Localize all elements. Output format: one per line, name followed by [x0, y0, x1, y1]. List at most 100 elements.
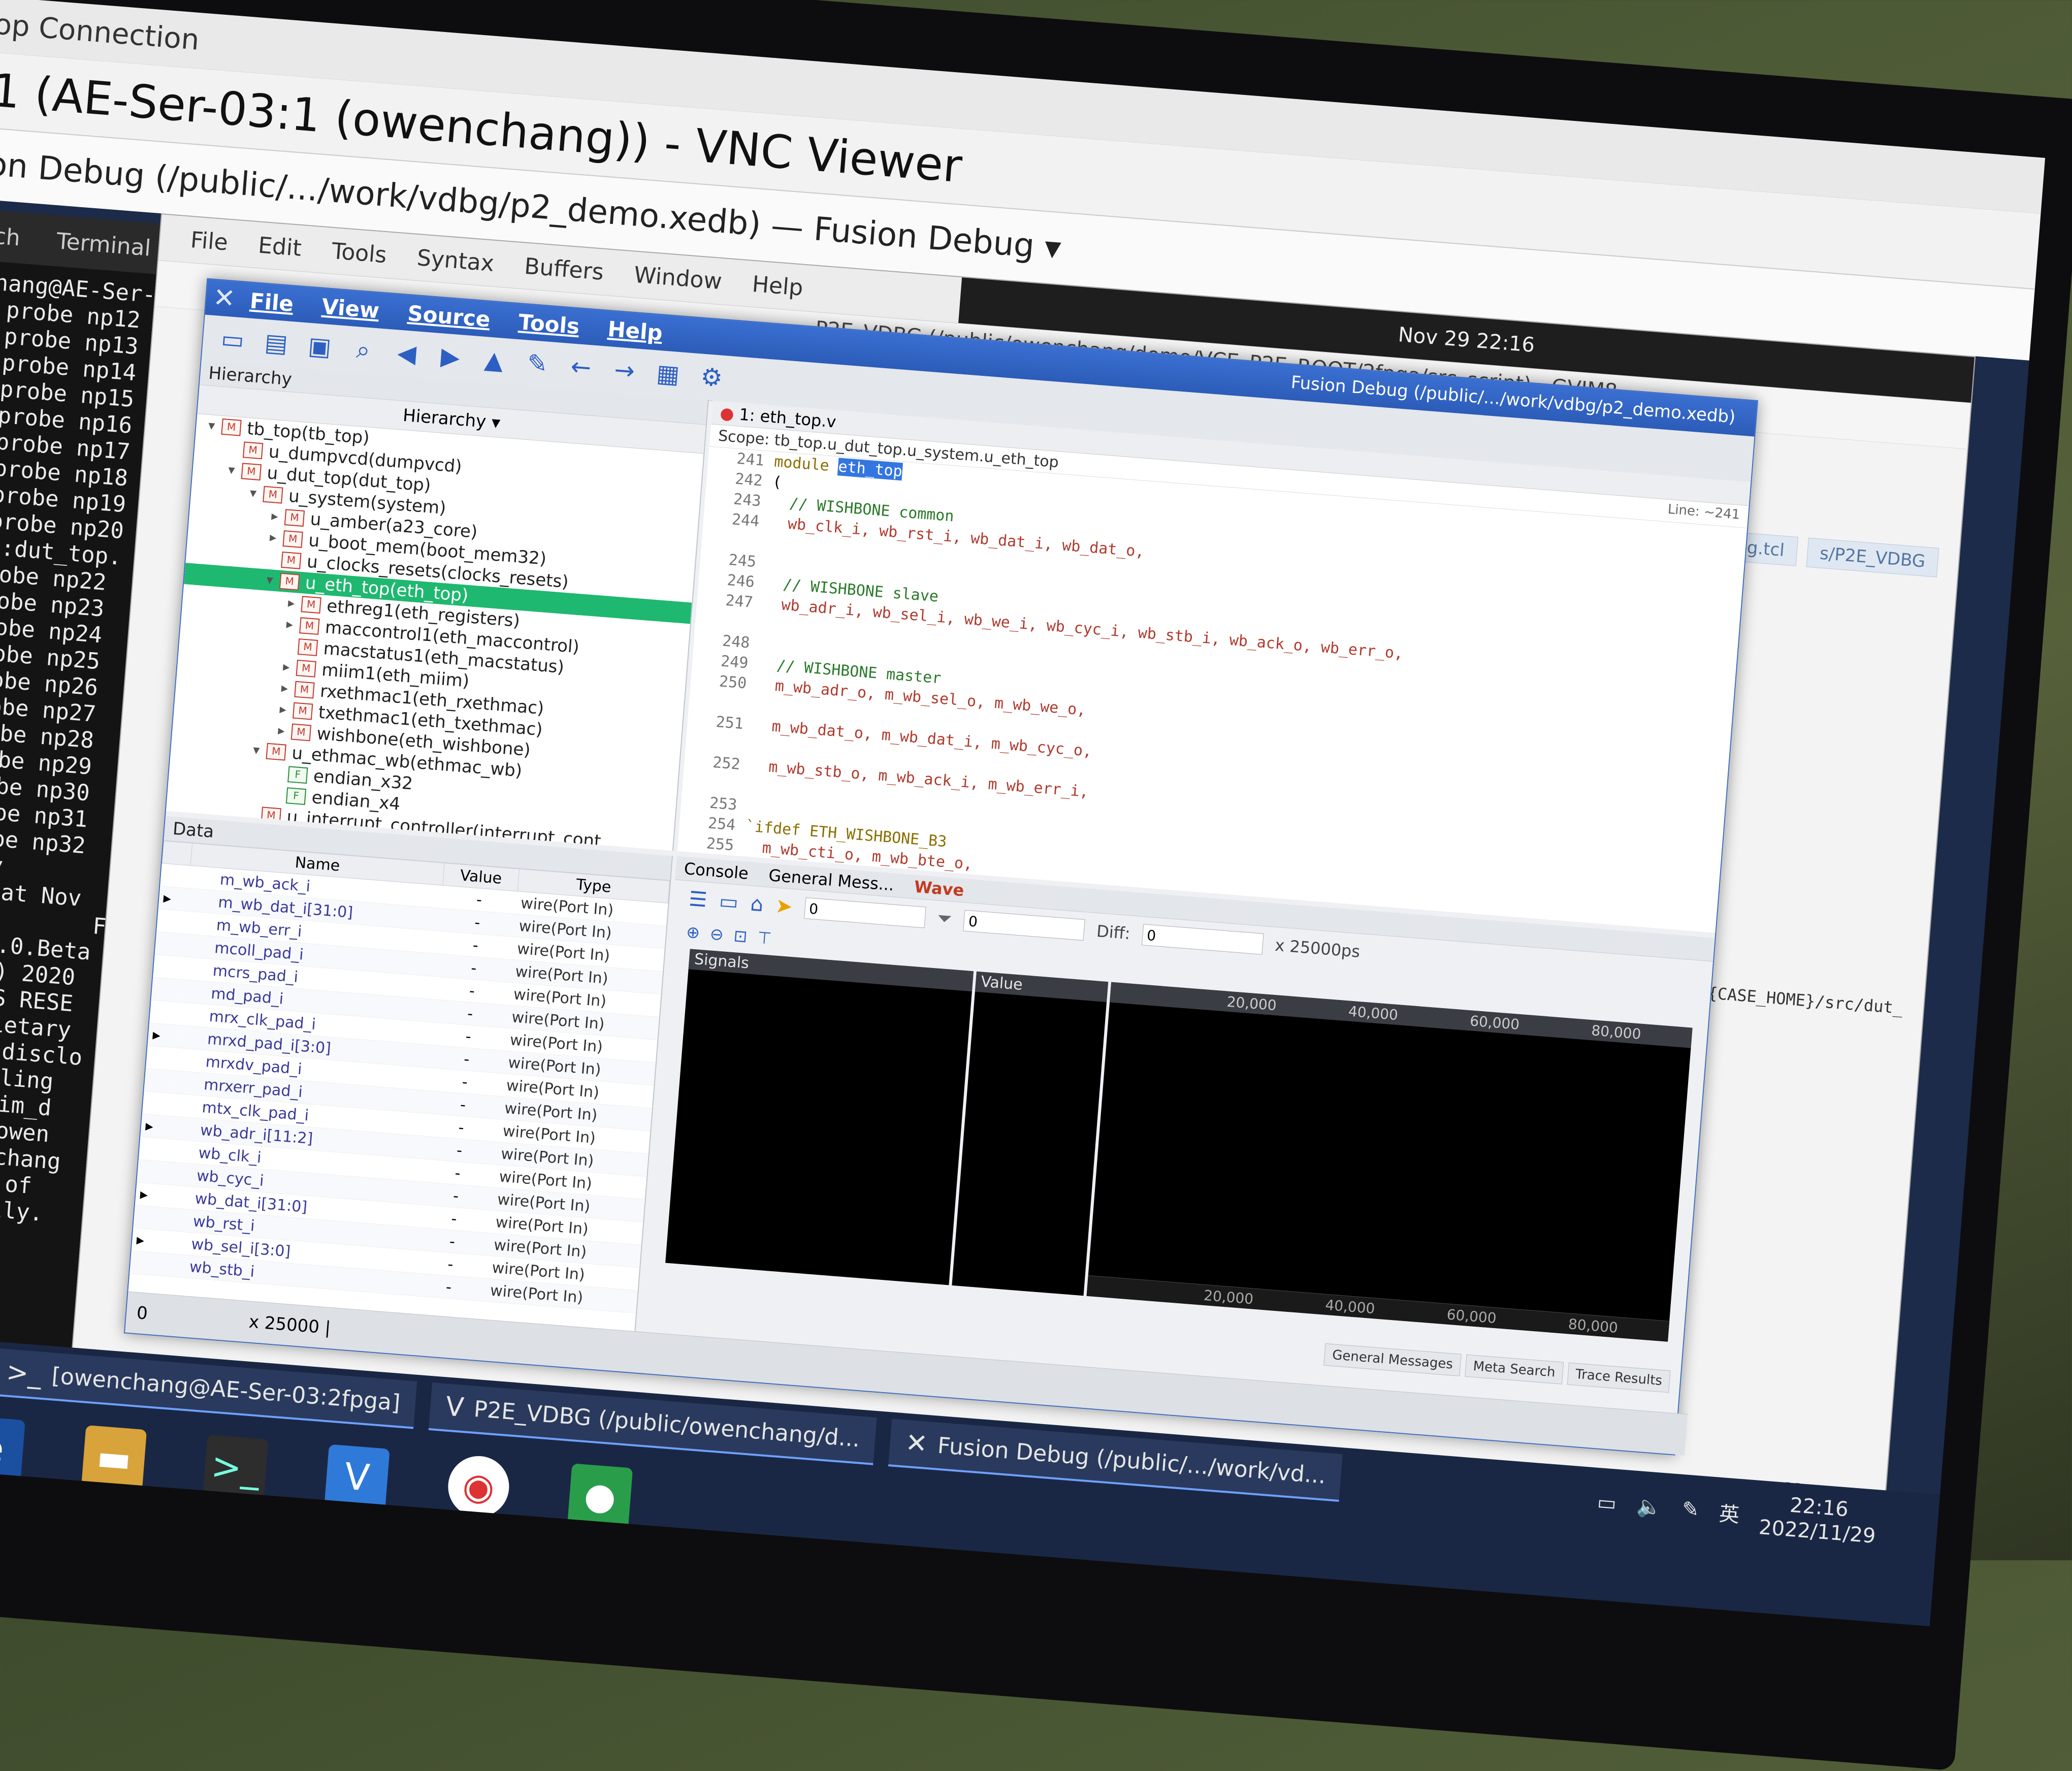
expand-icon[interactable]: [137, 1159, 168, 1185]
expand-icon[interactable]: ▸: [274, 677, 296, 700]
expand-icon[interactable]: ▾: [259, 569, 281, 592]
terminal-tab[interactable]: Terminal: [47, 222, 160, 267]
expand-icon[interactable]: ▸: [280, 592, 302, 615]
expand-icon[interactable]: [133, 1205, 164, 1230]
fusion-menu-item[interactable]: Source: [407, 300, 491, 332]
fusion-menu-item[interactable]: View: [321, 294, 380, 323]
expand-icon[interactable]: ▸: [132, 1228, 162, 1253]
gvim-menu-item[interactable]: Syntax: [416, 245, 495, 277]
chat-app-icon[interactable]: ●: [567, 1463, 633, 1529]
console-tab[interactable]: Wave: [914, 877, 965, 900]
fusion-debug-window[interactable]: ✕ File View Source Tools Help Fusion Debug (…: [123, 278, 1758, 1456]
result-tab[interactable]: General Messages: [1323, 1343, 1462, 1376]
expand-icon[interactable]: [266, 794, 286, 795]
find-icon[interactable]: ⌕: [348, 335, 378, 365]
gvim-menu-item[interactable]: Edit: [257, 232, 303, 262]
expand-icon[interactable]: ▸: [279, 613, 301, 636]
tree-icon[interactable]: ⌂: [750, 892, 764, 916]
gvim-tab[interactable]: s/P2E_VDBG: [1806, 537, 1939, 577]
vnc-app-icon[interactable]: V: [324, 1444, 390, 1510]
document-icon[interactable]: ▦: [653, 359, 683, 389]
time-field-2[interactable]: [963, 910, 1086, 941]
gvim-menu-item[interactable]: Buffers: [524, 253, 605, 285]
play-icon[interactable]: ▶: [435, 342, 466, 372]
expand-icon[interactable]: [262, 558, 282, 560]
back-arrow-icon[interactable]: ←: [566, 352, 596, 382]
pointer-icon[interactable]: ➤: [774, 894, 793, 918]
filter-icon[interactable]: ⏷: [936, 908, 953, 930]
expand-icon[interactable]: [142, 1091, 173, 1116]
chrome-icon[interactable]: ◉: [445, 1454, 511, 1520]
line-field[interactable]: Line: ~241: [1667, 502, 1741, 523]
terminal-app-icon[interactable]: >_: [203, 1434, 269, 1500]
expand-icon[interactable]: ▸: [148, 1022, 178, 1048]
signals-column[interactable]: Signals: [665, 949, 974, 1285]
file-explorer-icon[interactable]: ▬: [81, 1425, 147, 1491]
terminal-tab[interactable]: Search: [0, 213, 29, 256]
value-column[interactable]: Value: [952, 971, 1109, 1296]
forward-arrow-icon[interactable]: →: [609, 356, 640, 386]
open-icon[interactable]: ▭: [718, 890, 739, 915]
fusion-menu-item[interactable]: Tools: [517, 309, 580, 339]
expand-icon[interactable]: ▾: [245, 739, 267, 762]
expand-icon[interactable]: [139, 1137, 169, 1162]
ime-indicator[interactable]: 英: [1718, 1497, 1740, 1528]
list-icon[interactable]: ☰: [688, 887, 708, 912]
edge-icon[interactable]: e: [0, 1415, 25, 1482]
gvim-menu-item[interactable]: Help: [751, 271, 804, 301]
gvim-menu-item[interactable]: Window: [633, 262, 723, 294]
time-field-1[interactable]: [803, 897, 926, 928]
expand-icon[interactable]: ▸: [135, 1182, 166, 1208]
expand-icon[interactable]: ▾: [201, 414, 222, 437]
expand-icon[interactable]: [151, 977, 182, 1003]
edit-icon[interactable]: ✎: [522, 348, 553, 379]
expand-icon[interactable]: [153, 954, 183, 980]
expand-icon[interactable]: [155, 931, 185, 957]
gvim-menu-item[interactable]: File: [189, 227, 229, 255]
expand-icon[interactable]: ▸: [262, 526, 284, 549]
marker-icon[interactable]: ⊤: [757, 928, 772, 948]
network-icon[interactable]: ▭: [1596, 1491, 1617, 1516]
time-tick: 80,000: [1591, 1022, 1642, 1043]
gvim-menu-item[interactable]: Tools: [331, 238, 387, 268]
wave-canvas[interactable]: 20,000 40,000 60,000 80,000 20,000 40,000 60,…: [1086, 982, 1693, 1342]
console-tab[interactable]: Console: [684, 859, 750, 883]
expand-icon[interactable]: [146, 1045, 176, 1071]
expand-icon[interactable]: [278, 645, 298, 647]
fusion-menu-item[interactable]: Help: [607, 316, 664, 345]
expand-icon[interactable]: ▾: [220, 459, 242, 481]
volume-icon[interactable]: 🔈: [1636, 1494, 1663, 1520]
zoom-fit-icon[interactable]: ⊡: [733, 926, 748, 946]
expand-icon[interactable]: [156, 909, 187, 934]
expand-icon[interactable]: ▸: [275, 656, 297, 679]
result-tab[interactable]: Meta Search: [1465, 1354, 1564, 1384]
result-tab[interactable]: Trace Results: [1567, 1362, 1671, 1393]
expand-icon[interactable]: ▸: [140, 1114, 171, 1139]
expand-icon[interactable]: ▸: [158, 886, 189, 911]
expand-icon[interactable]: [144, 1068, 175, 1093]
diff-field[interactable]: [1141, 924, 1264, 955]
screen-icon[interactable]: ▣: [304, 331, 335, 362]
zoom-out-icon[interactable]: ⊖: [709, 924, 725, 944]
netlist-icon[interactable]: ▤: [261, 328, 292, 359]
tray-clock[interactable]: 22:16 2022/11/29: [1758, 1491, 1878, 1549]
fusion-menu-item[interactable]: File: [249, 288, 295, 316]
settings-gear-icon[interactable]: ⚙: [696, 362, 727, 393]
expand-icon[interactable]: ▸: [270, 719, 292, 742]
code-view[interactable]: 241module eth_topmodule eth_top242(243 /…: [677, 446, 1747, 932]
expand-icon[interactable]: [130, 1250, 160, 1276]
expand-icon[interactable]: ▸: [272, 698, 294, 721]
expand-icon[interactable]: [223, 448, 243, 449]
zoom-in-icon[interactable]: ⊕: [686, 922, 701, 943]
step-back-icon[interactable]: ◀: [392, 338, 422, 369]
expand-icon[interactable]: ▾: [242, 482, 264, 505]
up-icon[interactable]: ▲: [478, 345, 509, 375]
expand-icon[interactable]: [149, 1000, 180, 1025]
pen-icon[interactable]: ✎: [1681, 1497, 1700, 1522]
expand-icon[interactable]: [160, 863, 191, 889]
expand-icon[interactable]: [268, 772, 288, 774]
expand-icon[interactable]: [241, 813, 262, 815]
scale-label[interactable]: x 25000ps: [1274, 936, 1361, 961]
expand-icon[interactable]: ▸: [264, 505, 285, 528]
open-folder-icon[interactable]: ▭: [217, 325, 248, 355]
